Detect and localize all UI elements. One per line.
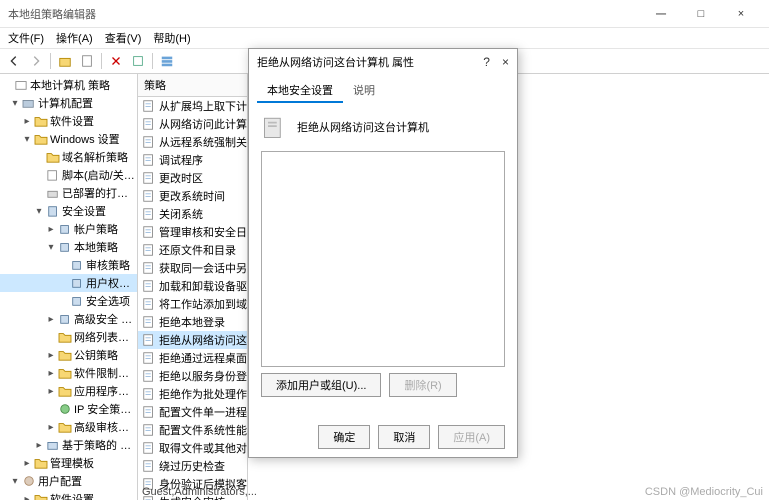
list-item[interactable]: 将工作站添加到域 (138, 295, 247, 313)
ok-button[interactable]: 确定 (318, 425, 370, 449)
forward-icon[interactable] (26, 51, 46, 71)
list-item[interactable]: 拒绝通过远程桌面服务登 (138, 349, 247, 367)
dialog-close-icon[interactable]: × (502, 55, 509, 69)
list-item[interactable]: 从网络访问此计算机 (138, 115, 247, 133)
list-item[interactable]: 还原文件和目录 (138, 241, 247, 259)
menu-file[interactable]: 文件(F) (8, 30, 44, 46)
filter-icon[interactable] (157, 51, 177, 71)
list-item[interactable]: 拒绝本地登录 (138, 313, 247, 331)
list-item[interactable]: 加载和卸载设备驱动程序 (138, 277, 247, 295)
menu-action[interactable]: 操作(A) (56, 30, 93, 46)
column-header-policy[interactable]: 策略 (138, 74, 247, 97)
add-user-button[interactable]: 添加用户或组(U)... (261, 373, 381, 397)
export-icon[interactable] (128, 51, 148, 71)
tree-rights[interactable]: 用户权限分配 (86, 275, 135, 291)
list-item[interactable]: 配置文件系统性能 (138, 421, 247, 439)
apply-button: 应用(A) (438, 425, 505, 449)
tree-root[interactable]: 本地计算机 策略 (30, 77, 135, 93)
maximize-button[interactable]: □ (681, 1, 721, 27)
minimize-button[interactable]: 一 (641, 1, 681, 27)
window-title: 本地组策略编辑器 (8, 6, 641, 22)
users-listbox[interactable] (261, 151, 505, 367)
list-item[interactable]: 绕过历史检查 (138, 457, 247, 475)
list-item[interactable]: 管理审核和安全日志 (138, 223, 247, 241)
nav-tree[interactable]: 本地计算机 策略 ▾计算机配置 ▸软件设置 ▾Windows 设置 域名解析策略… (0, 74, 138, 500)
list-item[interactable]: 拒绝作为批处理作业登录 (138, 385, 247, 403)
help-icon[interactable]: ? (483, 55, 490, 69)
list-item[interactable]: 关闭系统 (138, 205, 247, 223)
up-icon[interactable] (55, 51, 75, 71)
menu-view[interactable]: 查看(V) (105, 30, 142, 46)
setting-name: 拒绝从网络访问这台计算机 (297, 119, 429, 135)
list-item[interactable]: 获取同一会话中另一个用 (138, 259, 247, 277)
remove-button: 删除(R) (389, 373, 456, 397)
close-button[interactable]: × (721, 1, 761, 27)
list-item[interactable]: 更改时区 (138, 169, 247, 187)
policy-icon (261, 113, 289, 141)
properties-dialog: 拒绝从网络访问这台计算机 属性 ? × 本地安全设置 说明 拒绝从网络访问这台计… (248, 48, 518, 458)
list-item[interactable]: 从扩展坞上取下计算机 (138, 97, 247, 115)
tab-explain[interactable]: 说明 (343, 79, 385, 103)
list-item[interactable]: 配置文件单一进程 (138, 403, 247, 421)
menu-help[interactable]: 帮助(H) (153, 30, 190, 46)
list-item[interactable]: 更改系统时间 (138, 187, 247, 205)
tree-computer[interactable]: 计算机配置 (38, 95, 135, 111)
dialog-title: 拒绝从网络访问这台计算机 属性 (257, 54, 483, 70)
tab-local-security[interactable]: 本地安全设置 (257, 79, 343, 103)
list-item[interactable]: 拒绝以服务身份登录 (138, 367, 247, 385)
watermark: CSDN @Mediocrity_Cui (645, 486, 763, 498)
list-item[interactable]: 取得文件或其他对象的所有 (138, 439, 247, 457)
cancel-button[interactable]: 取消 (378, 425, 430, 449)
back-icon[interactable] (4, 51, 24, 71)
status-text: Guest,Administrators,... (142, 486, 257, 498)
properties-icon[interactable] (77, 51, 97, 71)
list-item[interactable]: 调试程序 (138, 151, 247, 169)
delete-icon[interactable] (106, 51, 126, 71)
list-item[interactable]: 从远程系统强制关机 (138, 133, 247, 151)
list-item[interactable]: 拒绝从网络访问这台计算机 (138, 331, 247, 349)
policy-list[interactable]: 从扩展坞上取下计算机从网络访问此计算机从远程系统强制关机调试程序更改时区更改系统… (138, 97, 247, 500)
